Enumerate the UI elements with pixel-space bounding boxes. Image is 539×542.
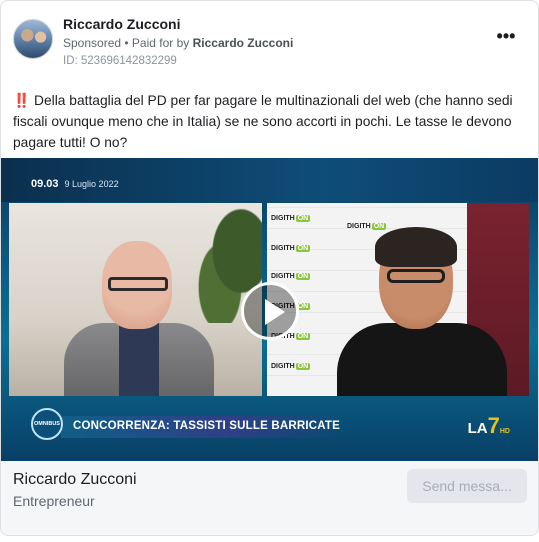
paid-for-prefix: • Paid for by: [121, 36, 193, 50]
more-options-icon[interactable]: •••: [494, 27, 518, 47]
video-player[interactable]: 09.03 9 Luglio 2022 DIGITH ON DIGITH ON DIG…: [1, 158, 538, 461]
sponsored-label[interactable]: Sponsored: [63, 36, 121, 50]
broadcast-date: 9 Luglio 2022: [64, 179, 119, 189]
logo-text: DIGITH ON: [271, 363, 311, 370]
send-message-button[interactable]: Send messa...: [407, 469, 527, 503]
footer-category: Entrepreneur: [13, 493, 95, 509]
video-frame-left: [9, 203, 262, 396]
ad-id: ID: 523696142832299: [63, 55, 177, 67]
lower-third: OMNIBUS CONCORRENZA: TASSISTI SULLE BARR…: [1, 408, 538, 448]
video-frame-right: DIGITH ON DIGITH ON DIGITH ON DIGITH ON DIGI…: [267, 203, 529, 396]
page-name[interactable]: Riccardo Zucconi: [63, 16, 180, 32]
broadcast-time: 09.03: [31, 178, 59, 190]
ad-footer: Riccardo Zucconi Entrepreneur Send messa…: [1, 461, 538, 535]
avatar[interactable]: [13, 19, 53, 59]
video-headline: CONCORRENZA: TASSISTI SULLE BARRICATE: [73, 420, 340, 432]
play-icon[interactable]: [241, 282, 299, 340]
payer-name: Riccardo Zucconi: [192, 36, 294, 50]
omnibus-logo: OMNIBUS: [31, 408, 63, 440]
logo-text: DIGITH ON: [271, 245, 311, 252]
guest-right-image: [337, 227, 507, 396]
footer-page-name[interactable]: Riccardo Zucconi: [13, 471, 137, 489]
ad-card: Riccardo Zucconi Sponsored • Paid for by…: [0, 0, 539, 536]
sponsored-line: Sponsored • Paid for by Riccardo Zucconi: [63, 36, 293, 50]
post-header: Riccardo Zucconi Sponsored • Paid for by…: [13, 13, 526, 73]
logo-text: DIGITH ON: [271, 215, 311, 222]
logo-text: DIGITH ON: [271, 273, 311, 280]
logo-text: DIGITH ON: [347, 223, 387, 230]
guest-left-image: [64, 241, 214, 396]
post-body-text: ‼️ Della battaglia del PD per far pagare…: [13, 93, 513, 150]
la7-logo: LA7HD: [467, 413, 510, 438]
broadcast-timestamp: 09.03 9 Luglio 2022: [31, 178, 119, 190]
